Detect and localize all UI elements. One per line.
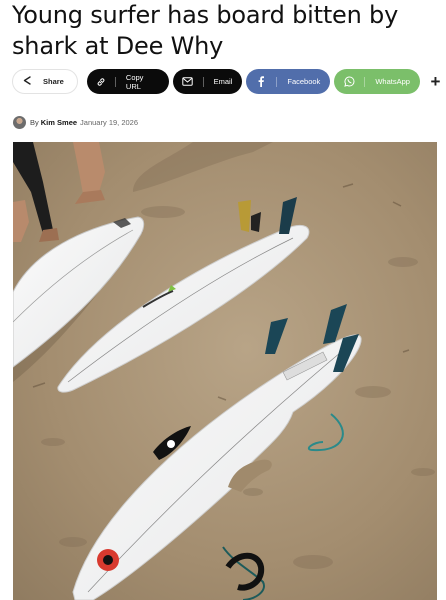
byline-prefix: By [30, 118, 39, 127]
email-button[interactable]: Email [172, 69, 243, 94]
copy-url-label: Copy URL [125, 72, 144, 91]
author-name-link[interactable]: Kim Smee [41, 118, 77, 127]
surfboards-on-sand-image [13, 142, 437, 600]
author-avatar [13, 116, 26, 129]
article-photo [13, 142, 437, 600]
email-icon [173, 77, 203, 86]
copy-url-button[interactable]: Copy URL [86, 69, 169, 94]
facebook-label: Facebook [287, 77, 321, 86]
article-headline: Young surfer has board bitten by shark a… [12, 1, 399, 60]
whatsapp-button[interactable]: WhatsApp [334, 69, 420, 94]
article-byline: By Kim Smee January 19, 2026 [13, 116, 138, 129]
share-icon [23, 76, 31, 87]
share-bar: Share Copy URL Email Facebook WhatsApp + [12, 69, 446, 94]
whatsapp-icon [334, 76, 364, 87]
facebook-icon [246, 76, 276, 87]
publish-date: January 19, 2026 [80, 118, 139, 127]
email-label: Email [213, 77, 233, 86]
link-icon [87, 77, 115, 87]
facebook-button[interactable]: Facebook [246, 69, 331, 94]
more-share-button[interactable]: + [425, 71, 446, 93]
share-button[interactable]: Share [12, 69, 78, 94]
plus-icon: + [430, 71, 441, 91]
share-label: Share [43, 77, 64, 86]
whatsapp-label: WhatsApp [375, 77, 410, 86]
